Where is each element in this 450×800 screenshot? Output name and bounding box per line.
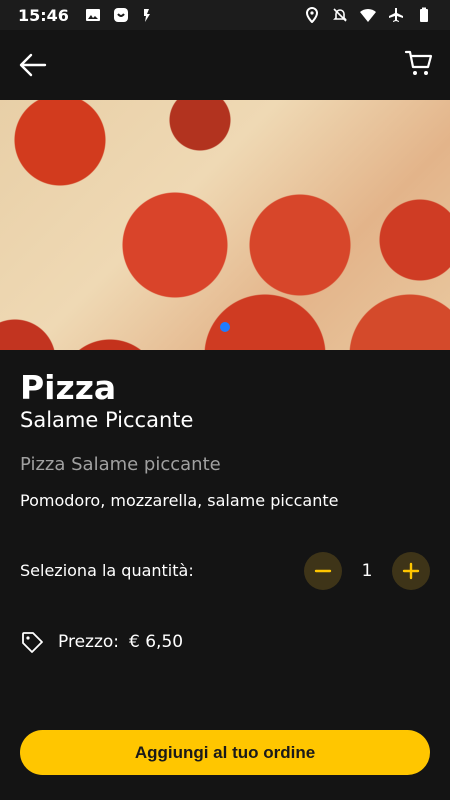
- app-icon: [113, 8, 128, 22]
- price-label: Prezzo:: [58, 632, 120, 652]
- product-name: Salame Piccante: [20, 408, 194, 432]
- minus-icon: [314, 569, 332, 573]
- product-category: Pizza: [20, 368, 117, 407]
- status-bar: 15:46: [0, 0, 450, 30]
- plus-icon: [402, 562, 420, 580]
- quantity-value: 1: [361, 561, 373, 581]
- wifi-icon: [360, 8, 376, 22]
- add-to-order-button[interactable]: Aggiungi al tuo ordine: [20, 730, 430, 775]
- image-icon: [85, 9, 100, 21]
- product-description: Pizza Salame piccante: [20, 454, 221, 475]
- price-row: Prezzo: € 6,50: [20, 630, 183, 654]
- product-ingredients: Pomodoro, mozzarella, salame piccante: [20, 491, 339, 510]
- notification-icon: [143, 9, 150, 22]
- price-tag-icon: [22, 632, 43, 653]
- status-time: 15:46: [18, 5, 69, 25]
- cart-icon[interactable]: [404, 48, 434, 78]
- quantity-decrease-button[interactable]: [304, 552, 342, 590]
- quantity-label: Seleziona la quantità:: [20, 561, 194, 580]
- battery-icon: [420, 7, 428, 22]
- quantity-increase-button[interactable]: [392, 552, 430, 590]
- carousel-indicator-dot: [220, 322, 230, 332]
- app-bar: [0, 30, 450, 100]
- arrow-left-icon[interactable]: [18, 52, 48, 78]
- price-value: € 6,50: [129, 632, 184, 652]
- mute-icon: [333, 8, 347, 22]
- location-icon: [305, 7, 319, 23]
- airplane-icon: [389, 8, 403, 22]
- product-image-carousel[interactable]: [0, 100, 450, 350]
